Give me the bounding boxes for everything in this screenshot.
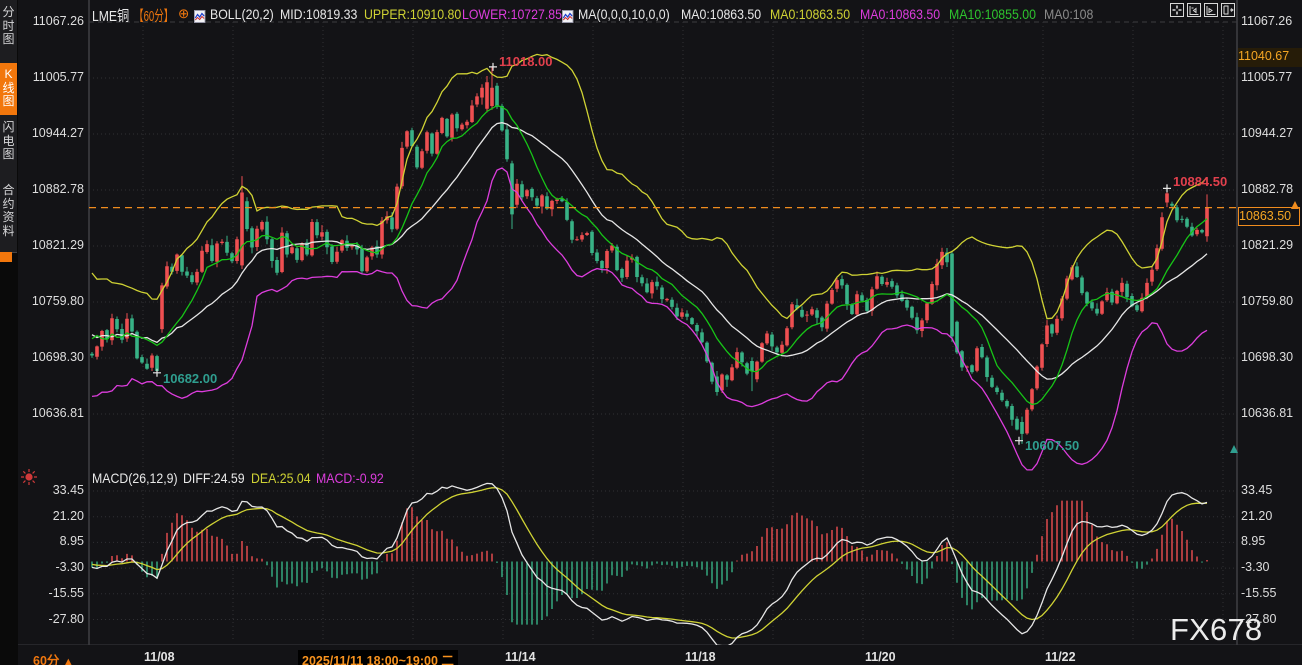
svg-text:11018.00: 11018.00 — [499, 54, 553, 69]
svg-text:10884.50: 10884.50 — [1173, 174, 1227, 189]
svg-text:10607.50: 10607.50 — [1025, 438, 1079, 453]
svg-text:10682.00: 10682.00 — [163, 371, 217, 386]
